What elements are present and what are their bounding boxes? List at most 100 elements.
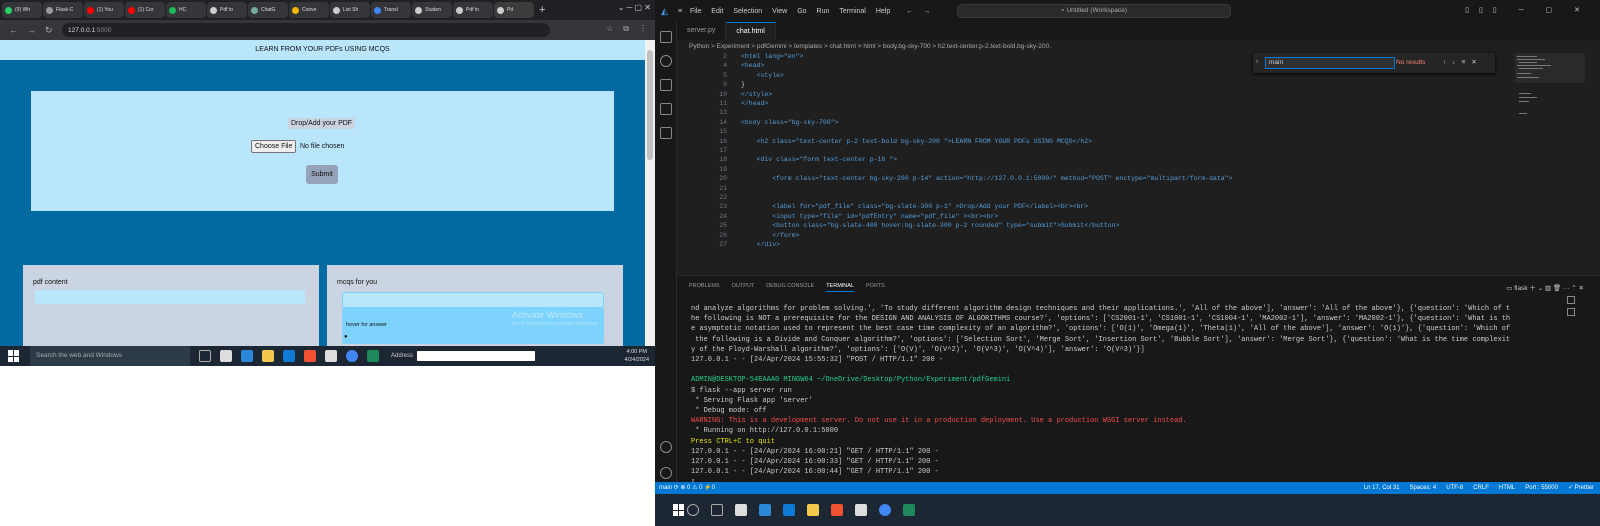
browser-tab[interactable]: Studen: [412, 2, 452, 18]
address-input[interactable]: [417, 351, 536, 361]
status-item[interactable]: Spaces: 4: [1410, 485, 1437, 491]
clock[interactable]: 4:00 PM 4/24/2024: [625, 348, 649, 364]
browser-tab[interactable]: (1) You: [84, 2, 124, 18]
settings-gear-icon[interactable]: [660, 467, 672, 479]
command-center[interactable]: ⌕ Untitled (Workspace): [957, 4, 1231, 18]
browser-tab[interactable]: HC: [166, 2, 206, 18]
terminal-line: 127.0.0.1 - - [24/Apr/2024 16:00:33] "GE…: [691, 458, 939, 467]
menu-item[interactable]: View: [772, 8, 787, 15]
pdf-content-box[interactable]: [35, 290, 305, 304]
breadcrumb[interactable]: Python > Experiment > pdfGemini > templa…: [689, 43, 1051, 50]
browser-tab[interactable]: ChatG: [248, 2, 288, 18]
windows-start-icon[interactable]: [8, 350, 20, 362]
menu-item[interactable]: Help: [876, 8, 890, 15]
window-controls[interactable]: ⌄ ─ ▢ ✕: [618, 3, 651, 12]
task-view-icon-2[interactable]: [711, 504, 723, 516]
editor-tab[interactable]: server.py: [677, 22, 727, 40]
store-icon-2[interactable]: [735, 504, 747, 516]
store-icon[interactable]: [220, 350, 232, 362]
reload-icon[interactable]: ↻: [45, 25, 53, 36]
menu-item[interactable]: File: [690, 8, 701, 15]
nav-forward-icon[interactable]: →: [923, 8, 930, 15]
scrollbar-thumb[interactable]: [647, 50, 653, 160]
find-input[interactable]: main: [1265, 57, 1395, 69]
terminal-list[interactable]: [1567, 296, 1581, 326]
browser-tab[interactable]: Pdf to: [453, 2, 493, 18]
sheets-icon-2[interactable]: [903, 504, 915, 516]
browser-tab[interactable]: (9) Wh: [2, 2, 42, 18]
git-icon[interactable]: [304, 350, 316, 362]
find-toggle-icon[interactable]: ›: [1256, 58, 1258, 65]
taskbar-search[interactable]: Search the web and Windows: [30, 346, 190, 366]
terminal-output[interactable]: nd analyze algorithms for problem solvin…: [691, 304, 1551, 488]
submit-button[interactable]: Submit: [306, 165, 338, 184]
vscode-taskbar-icon-2[interactable]: [783, 504, 795, 516]
task-view-icon[interactable]: [199, 350, 211, 362]
search-view-icon[interactable]: [660, 55, 672, 67]
terminal-toolbar-icons[interactable]: ＋ ⌄ ▥ 🗑 ··· ⌃ ✕: [1528, 285, 1584, 292]
back-icon[interactable]: ←: [9, 25, 18, 35]
status-item[interactable]: CRLF: [1473, 485, 1489, 491]
windows-start-icon-2[interactable]: [673, 504, 685, 516]
file-explorer-icon-2[interactable]: [807, 504, 819, 516]
account-icon[interactable]: [660, 441, 672, 453]
code-editor[interactable]: 2 <html lang="en"> 4 <head> 5 <style> 9} 10 </s…: [677, 53, 1507, 273]
file-explorer-icon[interactable]: [262, 350, 274, 362]
bookmark-star-icon[interactable]: ☆: [606, 24, 613, 34]
panel-tab[interactable]: PROBLEMS: [689, 283, 720, 292]
status-item[interactable]: UTF-8: [1446, 485, 1463, 491]
git-icon-2[interactable]: [831, 504, 843, 516]
menu-item[interactable]: Selection: [733, 8, 762, 15]
menu-item[interactable]: Go: [797, 8, 806, 15]
status-left[interactable]: main ⟳ ⊗ 0 ⚠ 0 ⚡0: [659, 482, 715, 494]
menu-item[interactable]: Edit: [711, 8, 723, 15]
vscode-taskbar-icon[interactable]: [283, 350, 295, 362]
menu-item[interactable]: Run: [817, 8, 830, 15]
browser-tab[interactable]: Pdf to: [207, 2, 247, 18]
status-item[interactable]: ✓ Prettier: [1568, 485, 1594, 491]
choose-file-button[interactable]: Choose File: [251, 140, 297, 153]
find-nav-icons[interactable]: ↑↓≡✕: [1443, 58, 1483, 66]
status-item[interactable]: Ln 17, Col 31: [1364, 485, 1400, 491]
extensions-view-icon[interactable]: [660, 127, 672, 139]
search-taskbar-icon[interactable]: [687, 504, 699, 516]
extensions-icon[interactable]: ⧉: [623, 24, 629, 34]
browser-tab[interactable]: (1) Cor: [125, 2, 165, 18]
browser-tab[interactable]: List Sh: [330, 2, 370, 18]
page-scrollbar[interactable]: [645, 40, 655, 346]
nav-back-icon[interactable]: ←: [906, 8, 913, 15]
tab-favicon-icon: [251, 6, 258, 14]
panel-tab[interactable]: DEBUG CONSOLE: [766, 283, 814, 292]
browser-tab[interactable]: Pd: [494, 2, 534, 18]
url-bar[interactable]: 127.0.0.1:5000: [62, 23, 550, 37]
mcq-question-box[interactable]: [342, 292, 604, 308]
chrome-icon-2[interactable]: [879, 504, 891, 516]
browser-tab[interactable]: Conve: [289, 2, 329, 18]
bottom-panel: PROBLEMS OUTPUT DEBUG CONSOLE TERMINAL PORTS…: [677, 275, 1600, 486]
terminal-actions[interactable]: ▭ flask ＋ ⌄ ▥ 🗑 ··· ⌃ ✕: [1506, 282, 1584, 292]
status-item[interactable]: Port : 55000: [1525, 485, 1558, 491]
panel-tab[interactable]: OUTPUT: [732, 283, 755, 292]
pycharm-icon[interactable]: [325, 350, 337, 362]
editor-tab[interactable]: chat.html: [726, 22, 776, 40]
panel-tab[interactable]: PORTS: [866, 283, 885, 292]
browser-tab[interactable]: Transl: [371, 2, 411, 18]
browser-tab[interactable]: Flask-C: [43, 2, 83, 18]
sheets-icon[interactable]: [367, 350, 379, 362]
run-debug-icon[interactable]: [660, 103, 672, 115]
new-tab-button[interactable]: +: [539, 4, 545, 16]
line-number: 24: [719, 212, 727, 220]
source-control-icon[interactable]: [660, 79, 672, 91]
window-controls[interactable]: ▯▯▯ ─ ▢ ✕: [1465, 6, 1590, 14]
forward-icon[interactable]: →: [27, 25, 36, 35]
menu-dots-icon[interactable]: ⋮: [639, 24, 647, 34]
panel-tab[interactable]: TERMINAL: [826, 283, 854, 292]
minimap[interactable]: [1515, 53, 1585, 133]
pycharm-icon-2[interactable]: [855, 504, 867, 516]
chrome-icon[interactable]: [346, 350, 358, 362]
explorer-icon[interactable]: [660, 31, 672, 43]
menu-item[interactable]: Terminal: [839, 8, 865, 15]
calculator-icon-2[interactable]: [759, 504, 771, 516]
calculator-icon[interactable]: [241, 350, 253, 362]
status-item[interactable]: HTML: [1499, 485, 1515, 491]
